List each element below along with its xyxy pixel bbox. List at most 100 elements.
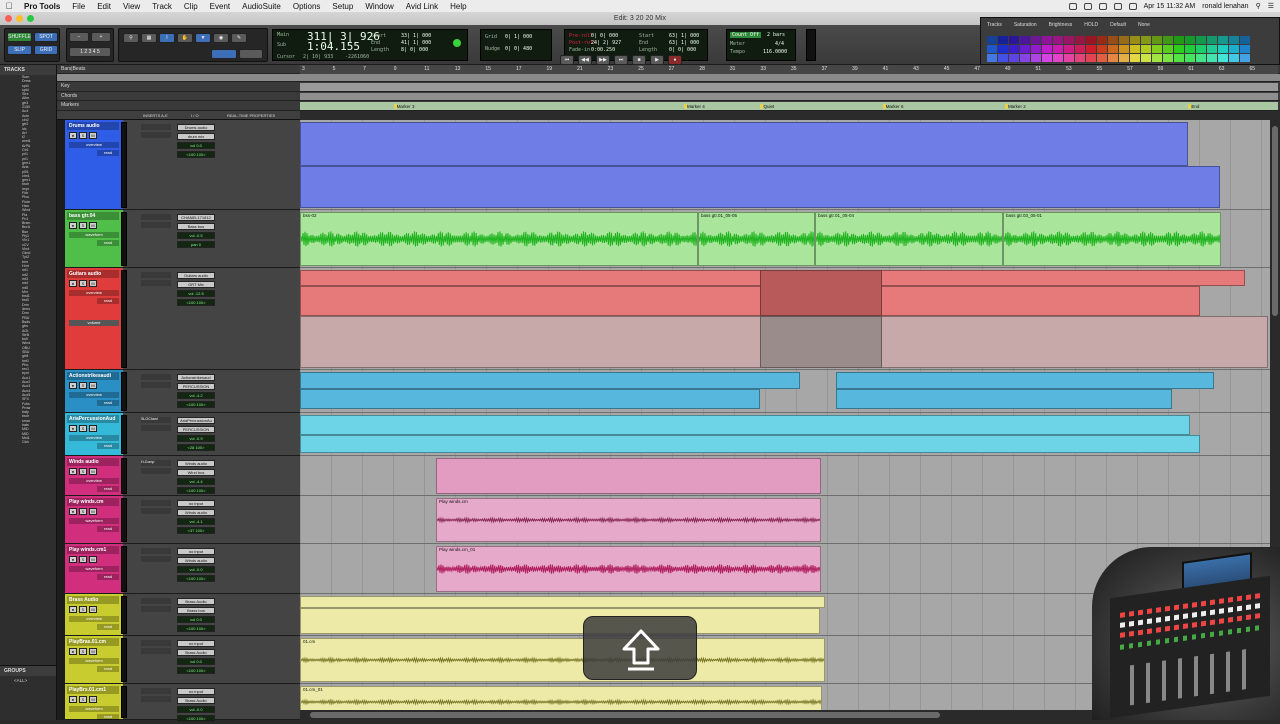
- track-name[interactable]: Brass Audio: [67, 596, 119, 604]
- track-view-selector[interactable]: waveform: [69, 518, 119, 524]
- volume-readout[interactable]: vol -12.5: [177, 290, 215, 297]
- bars-value[interactable]: 2 bars: [767, 32, 785, 38]
- insert-slot[interactable]: [141, 598, 171, 604]
- color-swatch[interactable]: [1130, 36, 1140, 44]
- audio-clip[interactable]: [300, 389, 760, 409]
- color-swatch[interactable]: [1196, 45, 1206, 53]
- color-swatch[interactable]: [1240, 45, 1250, 53]
- end-value[interactable]: 41| 1| 000: [401, 40, 431, 46]
- zoom-window-icon[interactable]: [27, 15, 34, 22]
- pan-readout[interactable]: <100 100>: [177, 575, 215, 582]
- marker[interactable]: Marker 4: [684, 103, 705, 110]
- solo-button[interactable]: S: [79, 280, 87, 287]
- audio-clip[interactable]: [436, 458, 821, 494]
- color-swatch[interactable]: [1218, 45, 1228, 53]
- rtp-column-label[interactable]: REAL-TIME PROPERTIES: [227, 113, 275, 118]
- input-selector[interactable]: Winds audio: [177, 460, 215, 467]
- mute-button[interactable]: M: [89, 280, 97, 287]
- track-name[interactable]: PlayBras.01.cm: [67, 638, 119, 646]
- bluetooth-icon[interactable]: [1083, 2, 1092, 10]
- track-header[interactable]: Actionstrikesaudi ● S Moverview read Actionst…: [57, 370, 300, 413]
- groups-list-header[interactable]: GROUPS: [0, 666, 56, 676]
- color-swatch[interactable]: [1086, 36, 1096, 44]
- track-view-selector[interactable]: waveform: [69, 232, 119, 238]
- menu-event[interactable]: Event: [204, 2, 236, 11]
- track-header[interactable]: Drums audio ● S Moverview read Drums audio dru…: [57, 120, 300, 210]
- color-swatch[interactable]: [1174, 36, 1184, 44]
- audio-clip[interactable]: bass gtr.03_05-01: [1003, 212, 1221, 266]
- meter-value[interactable]: 4/4: [775, 41, 784, 47]
- track-header[interactable]: bass gtr.04 ● S Mwaveform read CHANEL171812 Ba…: [57, 210, 300, 268]
- automation-mode-selector[interactable]: read: [97, 240, 119, 246]
- color-swatch[interactable]: [1174, 54, 1184, 62]
- track-view-selector[interactable]: waveform: [69, 566, 119, 572]
- menu-track[interactable]: Track: [146, 2, 178, 11]
- insert-slot[interactable]: [141, 280, 171, 286]
- insert-slot[interactable]: [141, 272, 171, 278]
- automation-mode-selector[interactable]: read: [97, 400, 119, 406]
- pan-readout[interactable]: <100 100>: [177, 667, 215, 674]
- solo-button[interactable]: S: [79, 132, 87, 139]
- marker[interactable]: Marker 2: [1004, 103, 1026, 110]
- color-swatch[interactable]: [1108, 45, 1118, 53]
- record-enable-button[interactable]: ●: [69, 508, 77, 515]
- transport-end-value[interactable]: 63| 1| 000: [669, 40, 699, 46]
- insert-slot[interactable]: [141, 425, 171, 431]
- color-swatch[interactable]: [998, 36, 1008, 44]
- color-swatch[interactable]: [1097, 45, 1107, 53]
- selector-tool-icon[interactable]: I: [159, 33, 175, 43]
- scrubber-tool-icon[interactable]: ◉: [213, 33, 229, 43]
- mute-button[interactable]: M: [89, 222, 97, 229]
- spotlight-icon[interactable]: ⚲: [1256, 2, 1261, 10]
- color-swatch[interactable]: [1229, 54, 1239, 62]
- track-header[interactable]: Play winds.cm1 ● S Mwaveform read no input Win…: [57, 544, 300, 594]
- default-button[interactable]: Default: [1110, 22, 1126, 28]
- output-selector[interactable]: Wind bus: [177, 469, 215, 476]
- color-swatch[interactable]: [1207, 45, 1217, 53]
- automation-mode-selector[interactable]: read: [97, 150, 119, 156]
- upload-overlay[interactable]: [583, 616, 697, 680]
- mute-button[interactable]: M: [89, 425, 97, 432]
- color-swatch[interactable]: [1075, 45, 1085, 53]
- zoom-presets[interactable]: 1 2 3 4 5: [69, 47, 111, 57]
- input-selector[interactable]: Guitars audio: [177, 272, 215, 279]
- audio-clip[interactable]: [300, 435, 1200, 453]
- input-selector[interactable]: Drums audio: [177, 124, 215, 131]
- track-lane[interactable]: [300, 370, 1270, 413]
- volume-readout[interactable]: vol -0.5: [177, 232, 215, 239]
- none-button[interactable]: None: [1138, 22, 1150, 28]
- markers-ruler[interactable]: Markers Marker 3 Marker 4 Quiet Marker 6 Mar…: [57, 101, 1280, 111]
- insert-slot[interactable]: [141, 556, 171, 562]
- track-header[interactable]: PlayBras.01.cm ● S Mwaveform read no input Bra…: [57, 636, 300, 684]
- insert-slot[interactable]: [141, 124, 171, 130]
- solo-button[interactable]: S: [79, 425, 87, 432]
- track-lane[interactable]: [300, 413, 1270, 456]
- output-selector[interactable]: drum mix: [177, 133, 215, 140]
- solo-button[interactable]: S: [79, 382, 87, 389]
- rewind-icon[interactable]: ◀◀: [578, 55, 592, 65]
- inserts-column-label[interactable]: INSERTS A-E: [143, 113, 168, 118]
- color-swatch[interactable]: [1240, 54, 1250, 62]
- color-swatch[interactable]: [1042, 54, 1052, 62]
- track-header[interactable]: Winds audio ● S Moverview read H-Comp Winds au…: [57, 456, 300, 496]
- input-selector[interactable]: no input: [177, 688, 215, 695]
- color-swatch-grid[interactable]: [987, 36, 1250, 62]
- pencil-tool-icon[interactable]: ✎: [231, 33, 247, 43]
- output-selector[interactable]: Bass bus: [177, 223, 215, 230]
- tracks-list-header[interactable]: TRACKS: [0, 65, 56, 75]
- track-name[interactable]: bass gtr.04: [67, 212, 119, 220]
- group-all[interactable]: <ALL>: [0, 676, 56, 683]
- output-selector[interactable]: Brass Audio: [177, 649, 215, 656]
- automation-mode-selector[interactable]: read: [97, 526, 119, 532]
- marker[interactable]: Marker 6: [882, 103, 903, 110]
- trim-tool-icon[interactable]: ▦: [141, 33, 157, 43]
- track-lane[interactable]: [300, 456, 1270, 496]
- bars-ruler[interactable]: Bars|Beats 3 5 7 9 11 13 15 17 19 21 23 25 27 28 31 33 3…: [57, 65, 1280, 74]
- mute-button[interactable]: M: [89, 508, 97, 515]
- color-swatch[interactable]: [1218, 36, 1228, 44]
- track-color-stripe[interactable]: [57, 684, 65, 720]
- menu-audiosuite[interactable]: AudioSuite: [236, 2, 287, 11]
- color-swatch[interactable]: [1097, 36, 1107, 44]
- mute-button[interactable]: M: [89, 606, 97, 613]
- track-view-selector[interactable]: overview: [69, 392, 119, 398]
